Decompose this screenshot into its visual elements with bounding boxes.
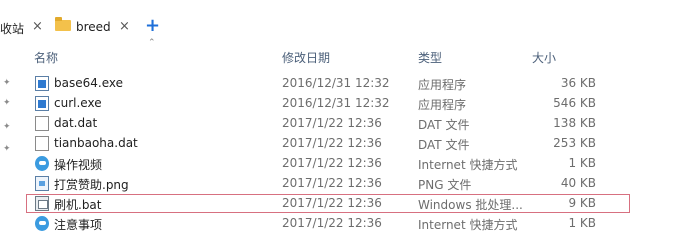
column-header-size[interactable]: 大小 xyxy=(532,49,556,66)
column-header-row: 名称 修改日期 类型 大小 xyxy=(0,44,686,68)
exe-icon xyxy=(35,96,49,111)
file-type: 应用程序 xyxy=(418,98,467,112)
file-row[interactable]: 操作视频 2017/1/22 12:36 Internet 快捷方式 1 KB xyxy=(26,154,596,174)
file-modified: 2016/12/31 12:32 xyxy=(282,96,390,110)
tab-breed-label[interactable]: breed xyxy=(76,20,111,34)
file-row[interactable]: curl.exe 2016/12/31 12:32 应用程序 546 KB xyxy=(26,94,596,114)
file-size: 253 KB xyxy=(553,136,596,150)
file-row[interactable]: tianbaoha.dat 2017/1/22 12:36 DAT 文件 253… xyxy=(26,134,596,154)
file-size: 546 KB xyxy=(553,96,596,110)
tab-bar: 收站 × breed × + ⌃ xyxy=(0,0,686,48)
file-name: 打赏赞助.png xyxy=(54,178,129,192)
column-header-name[interactable]: 名称 xyxy=(34,49,58,66)
file-type: DAT 文件 xyxy=(418,118,470,132)
file-type: PNG 文件 xyxy=(418,178,472,192)
new-tab-button[interactable]: + xyxy=(145,15,160,36)
column-header-type[interactable]: 类型 xyxy=(418,49,442,66)
edge-icon xyxy=(35,216,49,231)
file-name: tianbaoha.dat xyxy=(54,136,138,150)
column-header-modified[interactable]: 修改日期 xyxy=(282,49,330,66)
exe-icon xyxy=(35,76,49,91)
file-type: DAT 文件 xyxy=(418,138,470,152)
folder-icon xyxy=(55,17,71,31)
image-icon xyxy=(35,176,49,191)
file-row[interactable]: 打赏赞助.png 2017/1/22 12:36 PNG 文件 40 KB xyxy=(26,174,596,194)
pin-icon[interactable]: ✦ xyxy=(3,144,11,154)
file-size: 1 KB xyxy=(568,156,596,170)
file-modified: 2017/1/22 12:36 xyxy=(282,176,382,190)
tab-close-icon[interactable]: × xyxy=(32,19,43,34)
file-modified: 2017/1/22 12:36 xyxy=(282,156,382,170)
file-size: 138 KB xyxy=(553,116,596,130)
file-row[interactable]: 注意事项 2017/1/22 12:36 Internet 快捷方式 1 KB xyxy=(26,214,596,234)
file-row-highlighted[interactable]: 刷机.bat 2017/1/22 12:36 Windows 批处理... 9 … xyxy=(26,194,630,213)
file-modified: 2016/12/31 12:32 xyxy=(282,76,390,90)
pin-icon[interactable]: ✦ xyxy=(3,78,11,88)
file-modified: 2017/1/22 12:36 xyxy=(282,136,382,150)
file-name: base64.exe xyxy=(54,76,123,90)
pin-icon[interactable]: ✦ xyxy=(3,122,11,132)
pin-icon[interactable]: ✦ xyxy=(3,98,11,108)
file-modified: 2017/1/22 12:36 xyxy=(282,196,382,210)
file-name: 注意事项 xyxy=(54,218,103,232)
file-modified: 2017/1/22 12:36 xyxy=(282,116,382,130)
edge-icon xyxy=(35,156,49,171)
file-name: 刷机.bat xyxy=(54,198,102,212)
tab-breed-close-icon[interactable]: × xyxy=(119,19,130,34)
file-size: 9 KB xyxy=(568,196,596,210)
file-size: 36 KB xyxy=(560,76,596,90)
file-name: dat.dat xyxy=(54,116,98,130)
file-modified: 2017/1/22 12:36 xyxy=(282,216,382,230)
bat-icon xyxy=(35,196,49,211)
file-type: 应用程序 xyxy=(418,78,467,92)
file-size: 40 KB xyxy=(560,176,596,190)
file-name: 操作视频 xyxy=(54,158,103,172)
tab-recycle-bin-label[interactable]: 收站 xyxy=(0,20,24,37)
file-name: curl.exe xyxy=(54,96,102,110)
file-icon xyxy=(35,136,49,151)
file-icon xyxy=(35,116,49,131)
file-row[interactable]: base64.exe 2016/12/31 12:32 应用程序 36 KB xyxy=(26,74,596,94)
file-size: 1 KB xyxy=(568,216,596,230)
file-row[interactable]: dat.dat 2017/1/22 12:36 DAT 文件 138 KB xyxy=(26,114,596,134)
